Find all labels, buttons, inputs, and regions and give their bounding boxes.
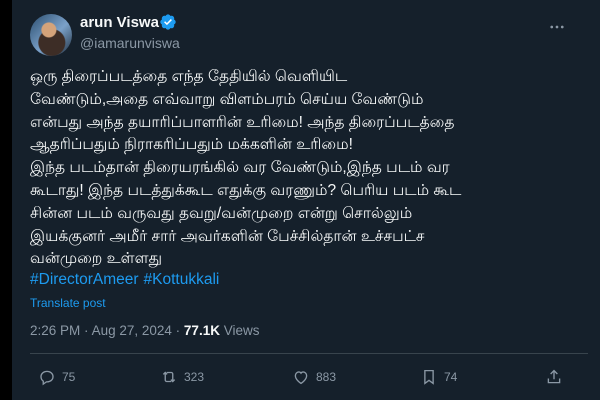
avatar[interactable] bbox=[30, 14, 72, 56]
tweet-text-line: இந்த படம்தான் திரையரங்கில் வர வேண்டும்,இ… bbox=[30, 159, 450, 177]
share-icon bbox=[547, 369, 561, 384]
like-count: 883 bbox=[316, 370, 337, 384]
tweet-text-line: என்பது அந்த தயாரிப்பாளரின் உரிமை! அந்த த… bbox=[30, 113, 455, 131]
meta-separator: · bbox=[84, 323, 89, 338]
bookmark-count: 74 bbox=[444, 370, 458, 384]
reply-count: 75 bbox=[62, 370, 76, 384]
hashtag-link-director-ameer[interactable]: #DirectorAmeer bbox=[30, 271, 139, 288]
hashtag-link-kottukkali[interactable]: #Kottukkali bbox=[144, 271, 220, 288]
tweet-text-line: சின்ன படம் வருவது தவறு/வன்முறை என்று சொல… bbox=[30, 204, 413, 222]
post-time[interactable]: 2:26 PM bbox=[30, 323, 80, 338]
verified-badge-icon bbox=[160, 14, 176, 30]
action-bar: 75 323 883 74 bbox=[30, 368, 574, 392]
tweet-card: arun Viswa @iamarunviswa ஒரு திரைப்படத்த… bbox=[12, 0, 600, 400]
tweet-text-line: கூடாது! இந்த படத்துக்கூட எதுக்கு வரணும்?… bbox=[30, 181, 462, 199]
tweet-text-line: இயக்குனர் அமீர் சார் அவர்களின் பேச்சில்த… bbox=[30, 227, 425, 245]
views-label: Views bbox=[223, 323, 260, 338]
author-name[interactable]: arun Viswa bbox=[80, 14, 159, 31]
meta-separator: · bbox=[175, 323, 181, 338]
author-handle[interactable]: @iamarunviswa bbox=[80, 35, 180, 51]
more-options-icon[interactable] bbox=[548, 18, 566, 36]
tweet-text-line: ஒரு திரைப்படத்தை எந்த தேதியில் வெளியிட bbox=[30, 68, 348, 85]
repost-icon bbox=[162, 371, 176, 383]
share-button[interactable] bbox=[545, 368, 569, 386]
views-count: 77.1K bbox=[183, 323, 220, 338]
tweet-text-line: ஆதரிப்பதும் நிராகரிப்பதும் மக்களின் உரிம… bbox=[30, 136, 353, 154]
tweet-text: ஒரு திரைப்படத்தை எந்த தேதியில் வெளியிட வ… bbox=[30, 66, 570, 271]
tweet-text-line: வன்முறை உள்ளது bbox=[30, 250, 163, 268]
repost-count: 323 bbox=[184, 370, 205, 384]
repost-button[interactable]: 323 bbox=[160, 368, 204, 386]
tweet-text-line: வேண்டும்,அதை எவ்வாறு விளம்பரம் செய்ய வேண… bbox=[30, 90, 424, 108]
post-date[interactable]: Aug 27, 2024 bbox=[92, 323, 172, 338]
tweet-meta: 2:26 PM · Aug 27, 2024 · 77.1K Views bbox=[30, 323, 260, 338]
reply-icon bbox=[40, 370, 54, 386]
bookmark-button[interactable]: 74 bbox=[420, 368, 457, 386]
like-button[interactable]: 883 bbox=[292, 368, 336, 386]
translate-post-link[interactable]: Translate post bbox=[30, 296, 106, 310]
divider bbox=[30, 353, 588, 354]
hashtags: #DirectorAmeer #Kottukkali bbox=[30, 271, 224, 289]
bookmark-icon bbox=[424, 369, 434, 385]
reply-button[interactable]: 75 bbox=[38, 368, 75, 386]
heart-icon bbox=[294, 371, 308, 385]
left-rail bbox=[0, 0, 12, 400]
